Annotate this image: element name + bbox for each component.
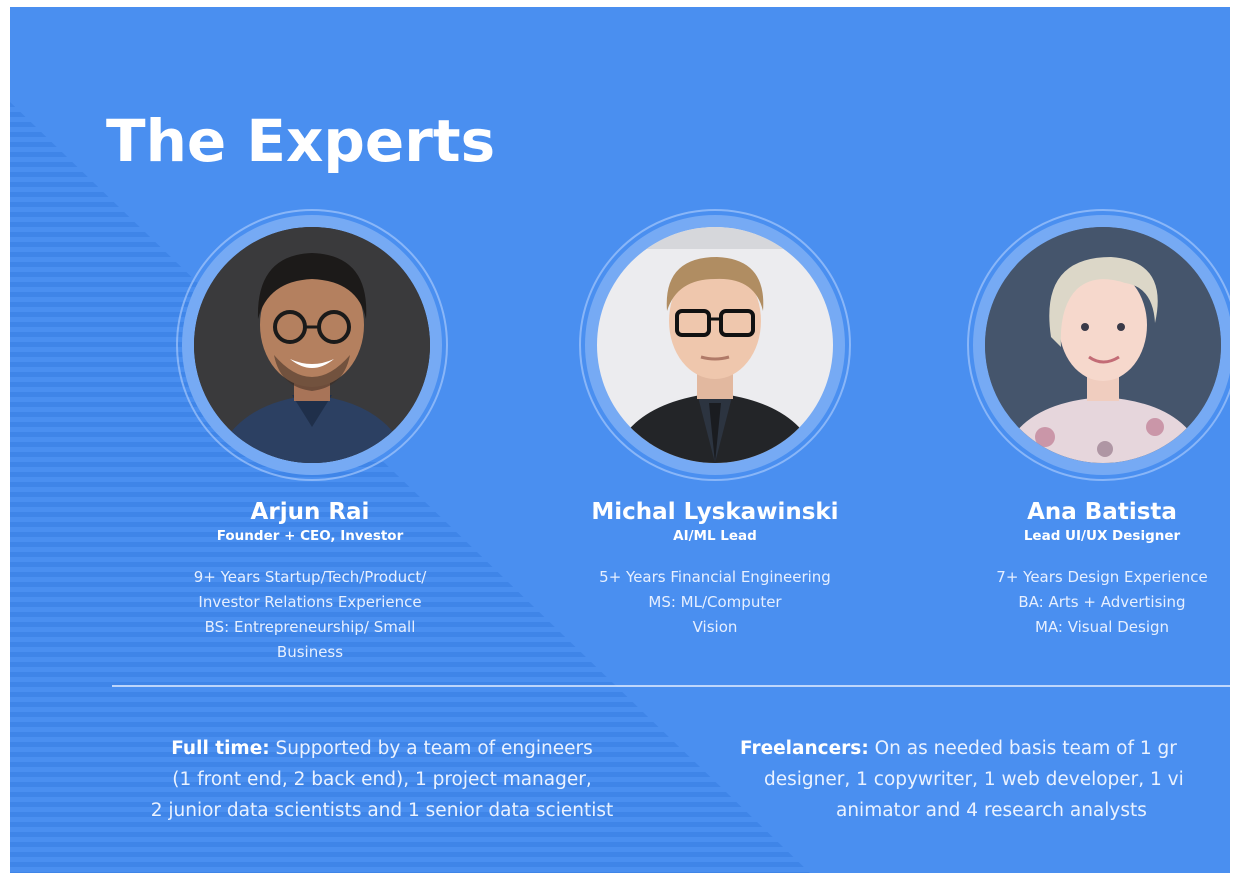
member-role: AI/ML Lead [673,528,757,544]
bio-line: Investor Relations Experience [198,593,422,611]
bio-line: 9+ Years Startup/Tech/Product/ [193,568,427,586]
bio-line: BA: Arts + Advertising [1018,593,1186,611]
team-member-card: Arjun Rai Founder + CEO, Investor 9+ Yea… [160,497,460,665]
background-stripe [10,692,810,697]
background-stripe [10,872,810,873]
member-bio: 7+ Years Design Experience BA: Arts + Ad… [952,565,1230,640]
background-stripe [10,702,810,707]
summary-line: designer, 1 copywriter, 1 web developer,… [764,769,1184,790]
background-stripe [10,852,810,857]
background-stripe [10,832,810,837]
bio-line: Business [276,643,344,661]
bio-line: 5+ Years Financial Engineering [599,568,831,586]
bio-line: Vision [692,618,738,636]
background-stripe [10,182,810,187]
background-stripe [10,472,810,477]
avatar-michal [597,227,833,463]
avatar-ana [985,227,1221,463]
background-stripe [10,712,810,717]
slide: The Experts Arjun Rai Founder + CEO, Inv… [10,7,1230,873]
bio-line: 7+ Years Design Experience [996,568,1208,586]
summary-text: Supported by a team of engineers [275,738,593,759]
background-stripe [10,192,810,197]
member-bio: 5+ Years Financial Engineering MS: ML/Co… [565,565,865,640]
freelancers-summary: Freelancers: On as needed basis team of … [726,733,1230,826]
page-title: The Experts [106,107,496,175]
person-photo-icon [597,227,833,463]
avatar-arjun [194,227,430,463]
background-stripe [10,862,810,867]
member-role: Founder + CEO, Investor [216,528,404,544]
member-name: Michal Lyskawinski [591,499,839,525]
bio-line: MA: Visual Design [1034,618,1170,636]
fulltime-label: Full time: [171,738,270,759]
background-stripe [10,722,810,727]
person-photo-icon [985,227,1221,463]
member-name: Arjun Rai [250,499,370,525]
bio-line: MS: ML/Computer [648,593,782,611]
summary-text: On as needed basis team of 1 gr [874,738,1177,759]
background-stripe [10,672,810,677]
member-role: Lead UI/UX Designer [1023,528,1181,544]
member-name: Ana Batista [1027,499,1177,525]
background-stripe [10,202,810,207]
fulltime-summary: Full time: Supported by a team of engine… [102,733,662,826]
member-bio: 9+ Years Startup/Tech/Product/ Investor … [160,565,460,665]
section-divider [112,685,1230,687]
team-member-card: Ana Batista Lead UI/UX Designer 7+ Years… [952,497,1230,640]
summary-line: Full time: Supported by a team of engine… [102,733,662,764]
summary-line: Freelancers: On as needed basis team of … [726,733,1230,764]
bio-line: BS: Entrepreneurship/ Small [204,618,416,636]
summary-line: animator and 4 research analysts [836,800,1147,821]
background-stripe [10,482,810,487]
summary-line: (1 front end, 2 back end), 1 project man… [172,769,592,790]
team-member-card: Michal Lyskawinski AI/ML Lead 5+ Years F… [565,497,865,640]
freelancers-label: Freelancers: [740,738,869,759]
person-photo-icon [194,227,430,463]
background-stripe [10,212,810,217]
background-stripe [10,842,810,847]
summary-line: 2 junior data scientists and 1 senior da… [150,800,614,821]
